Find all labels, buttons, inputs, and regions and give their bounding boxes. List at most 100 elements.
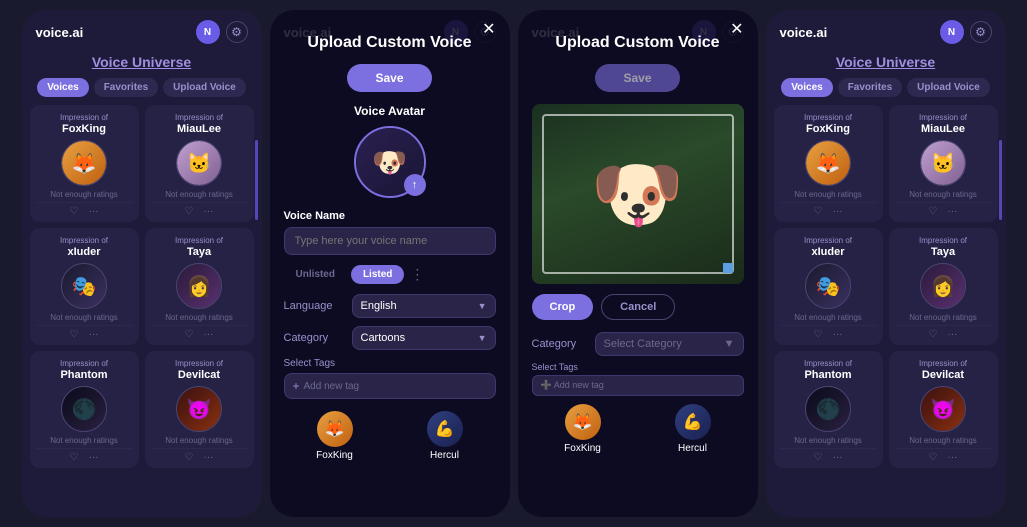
heart-icon[interactable]: ♡ xyxy=(814,206,823,217)
more-icon[interactable]: ··· xyxy=(832,329,842,340)
gear-icon-4[interactable]: ⚙ xyxy=(970,21,992,43)
more-options-icon[interactable]: ⋮ xyxy=(410,266,424,283)
rating: Not enough ratings xyxy=(151,190,248,199)
voice-name-input[interactable] xyxy=(284,227,496,255)
bottom-voices-2: 🦊 FoxKing 💪 Hercul xyxy=(284,411,496,461)
more-icon[interactable]: ··· xyxy=(832,206,842,217)
more-icon[interactable]: ··· xyxy=(947,329,957,340)
avatar-4[interactable]: N xyxy=(940,20,964,44)
voice-card-miau-1[interactable]: Impression of MiauLee 🐱 Not enough ratin… xyxy=(145,105,254,222)
crop-modal: ✕ Upload Custom Voice Save 🐶 Crop Cancel… xyxy=(518,10,758,517)
tab-favorites-1[interactable]: Favorites xyxy=(94,78,158,97)
heart-icon[interactable]: ♡ xyxy=(70,206,79,217)
card-actions: ♡ ··· xyxy=(895,325,992,340)
toggle-unlisted[interactable]: Unlisted xyxy=(284,265,347,284)
tab-upload-4[interactable]: Upload Voice xyxy=(907,78,990,97)
header-icons-1: N ⚙ xyxy=(196,20,248,44)
voice-card-taya-1[interactable]: Impression of Taya 👩 Not enough ratings … xyxy=(145,228,254,345)
more-icon[interactable]: ··· xyxy=(88,206,98,217)
heart-icon[interactable]: ♡ xyxy=(929,206,938,217)
heart-icon[interactable]: ♡ xyxy=(185,329,194,340)
tags-section: Select Tags + Add new tag xyxy=(284,358,496,399)
tags-input-3[interactable]: ➕ Add new tag xyxy=(532,375,744,396)
bottom-voice-name-hercul-3: Hercul xyxy=(642,443,744,454)
heart-icon[interactable]: ♡ xyxy=(814,452,823,463)
more-icon[interactable]: ··· xyxy=(203,452,213,463)
card-actions: ♡ ··· xyxy=(780,448,877,463)
rating: Not enough ratings xyxy=(895,190,992,199)
more-icon[interactable]: ··· xyxy=(832,452,842,463)
voice-card-miau-4[interactable]: Impression of MiauLee 🐱 Not enough ratin… xyxy=(889,105,998,222)
voice-card-taya-4[interactable]: Impression of Taya 👩 Not enough ratings … xyxy=(889,228,998,345)
more-icon[interactable]: ··· xyxy=(947,206,957,217)
more-icon[interactable]: ··· xyxy=(88,329,98,340)
voice-label: Impression of xyxy=(780,359,877,368)
tags-input[interactable]: + Add new tag xyxy=(284,373,496,399)
heart-icon[interactable]: ♡ xyxy=(185,206,194,217)
cancel-button-3[interactable]: Cancel xyxy=(601,294,675,320)
more-icon[interactable]: ··· xyxy=(203,329,213,340)
tab-upload-1[interactable]: Upload Voice xyxy=(163,78,246,97)
heart-icon[interactable]: ♡ xyxy=(70,452,79,463)
card-actions: ♡ ··· xyxy=(36,202,133,217)
scroll-indicator-1 xyxy=(255,140,258,220)
voice-card-foxking-1[interactable]: Impression of FoxKing 🦊 Not enough ratin… xyxy=(30,105,139,222)
bottom-voice-name-3: FoxKing xyxy=(532,443,634,454)
more-icon[interactable]: ··· xyxy=(88,452,98,463)
language-row: Language English ▼ xyxy=(284,294,496,318)
heart-icon[interactable]: ♡ xyxy=(814,329,823,340)
card-actions: ♡ ··· xyxy=(780,202,877,217)
toggle-listed[interactable]: Listed xyxy=(351,265,404,284)
voice-card-devilcat-4[interactable]: Impression of Devilcat 😈 Not enough rati… xyxy=(889,351,998,468)
crop-actions: Crop Cancel xyxy=(532,294,744,320)
category-placeholder-3: Select Category xyxy=(604,338,682,350)
save-button-3[interactable]: Save xyxy=(595,64,679,92)
upload-avatar-circle[interactable]: 🐶 ↑ xyxy=(354,126,426,198)
voice-card-xiuder-4[interactable]: Impression of xIuder 🎭 Not enough rating… xyxy=(774,228,883,345)
tab-voices-1[interactable]: Voices xyxy=(37,78,89,97)
crop-button[interactable]: Crop xyxy=(532,294,594,320)
voice-card-xiuder-1[interactable]: Impression of xIuder 🎭 Not enough rating… xyxy=(30,228,139,345)
category-select-3[interactable]: Select Category ▼ xyxy=(595,332,744,356)
voice-avatar: 🐱 xyxy=(176,140,222,186)
gear-icon-1[interactable]: ⚙ xyxy=(226,21,248,43)
crop-image-area: 🐶 xyxy=(532,104,744,284)
voice-label: Impression of xyxy=(895,359,992,368)
voice-label: Impression of xyxy=(36,359,133,368)
more-icon[interactable]: ··· xyxy=(203,206,213,217)
rating: Not enough ratings xyxy=(36,190,133,199)
voice-name: Taya xyxy=(151,246,248,258)
phone-screen-2: voice.ai N ⚙ ✕ Upload Custom Voice Save … xyxy=(270,10,510,517)
heart-icon[interactable]: ♡ xyxy=(929,329,938,340)
screens-container: voice.ai N ⚙ Voice Universe Voices Favor… xyxy=(0,0,1027,527)
voice-card-phantom-1[interactable]: Impression of Phantom 🌑 Not enough ratin… xyxy=(30,351,139,468)
save-button-2[interactable]: Save xyxy=(347,64,431,92)
crop-handle[interactable] xyxy=(723,263,733,273)
voice-card-foxking-4[interactable]: Impression of FoxKing 🦊 Not enough ratin… xyxy=(774,105,883,222)
avatar-1[interactable]: N xyxy=(196,20,220,44)
voice-avatar: 🌑 xyxy=(805,386,851,432)
phone-screen-4: voice.ai N ⚙ Voice Universe Voices Favor… xyxy=(766,10,1006,517)
voice-card-devilcat-1[interactable]: Impression of Devilcat 😈 Not enough rati… xyxy=(145,351,254,468)
toggle-row: Unlisted Listed ⋮ xyxy=(284,265,496,284)
rating: Not enough ratings xyxy=(895,313,992,322)
tab-voices-4[interactable]: Voices xyxy=(781,78,833,97)
more-icon[interactable]: ··· xyxy=(947,452,957,463)
voice-avatar: 👩 xyxy=(920,263,966,309)
close-button-2[interactable]: ✕ xyxy=(482,22,495,38)
tab-favorites-4[interactable]: Favorites xyxy=(838,78,902,97)
heart-icon[interactable]: ♡ xyxy=(185,452,194,463)
voice-card-phantom-4[interactable]: Impression of Phantom 🌑 Not enough ratin… xyxy=(774,351,883,468)
close-button-3[interactable]: ✕ xyxy=(730,22,743,38)
voice-name: Phantom xyxy=(780,369,877,381)
add-tag-icon: + xyxy=(293,379,300,393)
language-select[interactable]: English ▼ xyxy=(352,294,496,318)
card-actions: ♡ ··· xyxy=(151,325,248,340)
bottom-voices-3: 🦊 FoxKing 💪 Hercul xyxy=(532,404,744,454)
heart-icon[interactable]: ♡ xyxy=(70,329,79,340)
heart-icon[interactable]: ♡ xyxy=(929,452,938,463)
bottom-voice-hercul: 💪 Hercul xyxy=(394,411,496,461)
voice-label: Impression of xyxy=(780,113,877,122)
category-select[interactable]: Cartoons ▼ xyxy=(352,326,496,350)
category-label-3: Category xyxy=(532,338,587,350)
